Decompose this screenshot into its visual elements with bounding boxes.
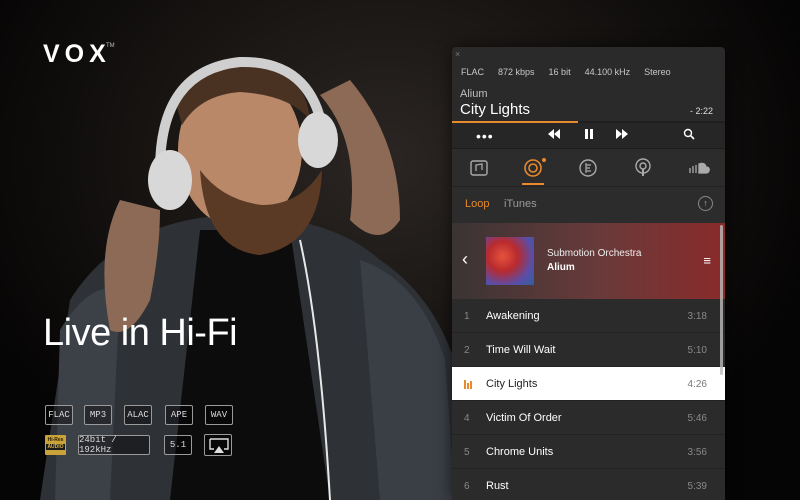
track-number: 1 xyxy=(464,311,470,322)
meta-samplerate: 44.100 kHz xyxy=(584,67,631,77)
meta-channels: Stereo xyxy=(644,67,671,77)
transport-controls: ••• xyxy=(452,123,725,149)
now-playing-artist: Alium xyxy=(460,88,488,100)
source-bar xyxy=(452,149,725,187)
meta-bitdepth: 16 bit xyxy=(548,67,571,77)
back-chevron-icon[interactable]: ‹ xyxy=(462,249,468,270)
format-badge-wav: WAV xyxy=(205,405,233,425)
meta-bitrate: 872 kbps xyxy=(498,67,535,77)
track-row[interactable]: 5 Chrome Units 3:56 xyxy=(452,435,725,469)
trademark-mark: TM xyxy=(106,43,115,49)
format-badge-ape: APE xyxy=(165,405,193,425)
track-number: 6 xyxy=(464,481,470,492)
track-name: Awakening xyxy=(486,310,540,322)
track-row-active[interactable]: City Lights 4:26 xyxy=(452,367,725,401)
search-icon[interactable] xyxy=(683,128,695,144)
hires-top-label: Hi-Res xyxy=(47,437,64,443)
player-window: × FLAC 872 kbps 16 bit 44.100 kHz Stereo… xyxy=(452,47,725,500)
time-remaining: - 2:22 xyxy=(689,106,713,116)
track-row[interactable]: 2 Time Will Wait 5:10 xyxy=(452,333,725,367)
track-row[interactable]: 4 Victim Of Order 5:46 xyxy=(452,401,725,435)
loop-source-icon[interactable] xyxy=(522,157,546,179)
rewind-button[interactable] xyxy=(547,128,561,144)
upload-icon[interactable]: ↑ xyxy=(698,196,713,211)
more-options-icon[interactable]: ••• xyxy=(476,128,494,144)
album-cover-art xyxy=(486,237,534,285)
track-duration: 4:26 xyxy=(687,379,707,390)
track-duration: 5:39 xyxy=(687,481,707,492)
vox-logo: VOX xyxy=(43,40,111,68)
track-name: Victim Of Order xyxy=(486,412,562,424)
podcast-source-icon[interactable] xyxy=(632,157,654,179)
track-name: Rust xyxy=(486,480,509,492)
menu-icon[interactable]: ≡ xyxy=(703,253,711,268)
album-artist: Submotion Orchestra xyxy=(547,248,642,259)
album-name: Alium xyxy=(547,262,575,273)
audio-meta-row: FLAC 872 kbps 16 bit 44.100 kHz Stereo xyxy=(461,67,685,77)
scrollbar[interactable] xyxy=(720,225,723,375)
close-window-button[interactable]: × xyxy=(455,49,460,59)
bitrate-badge: 24bit / 192kHz xyxy=(78,435,150,455)
tagline: Live in Hi-Fi xyxy=(43,312,238,354)
hires-bottom-label: AUDIO xyxy=(46,444,65,450)
album-header: ‹ Submotion Orchestra Alium ≡ xyxy=(452,223,725,299)
soundcloud-source-icon[interactable] xyxy=(687,157,710,179)
library-source-icon[interactable] xyxy=(468,157,490,179)
track-number: 2 xyxy=(464,345,470,356)
format-badge-alac: ALAC xyxy=(124,405,152,425)
now-playing-equalizer-icon xyxy=(464,380,472,389)
format-badge-flac: FLAC xyxy=(45,405,73,425)
track-duration: 5:10 xyxy=(687,345,707,356)
now-playing-title: City Lights xyxy=(460,101,531,118)
track-duration: 3:56 xyxy=(687,447,707,458)
surround-badge: 5.1 xyxy=(164,435,192,455)
track-list: 1 Awakening 3:18 2 Time Will Wait 5:10 C… xyxy=(452,299,725,500)
track-number: 5 xyxy=(464,447,470,458)
tab-bar: Loop iTunes ↑ xyxy=(452,187,725,223)
pause-button[interactable] xyxy=(583,128,595,144)
meta-format: FLAC xyxy=(461,67,485,77)
tab-itunes[interactable]: iTunes xyxy=(504,198,537,210)
track-name: City Lights xyxy=(486,378,538,390)
active-source-indicator xyxy=(522,183,544,185)
track-row[interactable]: 1 Awakening 3:18 xyxy=(452,299,725,333)
fast-forward-button[interactable] xyxy=(615,128,629,144)
format-badge-mp3: MP3 xyxy=(84,405,112,425)
radio-source-icon[interactable] xyxy=(577,157,599,179)
track-name: Chrome Units xyxy=(486,446,554,458)
track-row[interactable]: 6 Rust 5:39 xyxy=(452,469,725,500)
track-name: Time Will Wait xyxy=(486,344,556,356)
hires-audio-badge: Hi-Res AUDIO xyxy=(45,435,66,455)
track-duration: 3:18 xyxy=(687,311,707,322)
tab-loop[interactable]: Loop xyxy=(465,198,489,210)
airplay-icon xyxy=(204,434,232,456)
track-number: 4 xyxy=(464,413,470,424)
track-duration: 5:46 xyxy=(687,413,707,424)
